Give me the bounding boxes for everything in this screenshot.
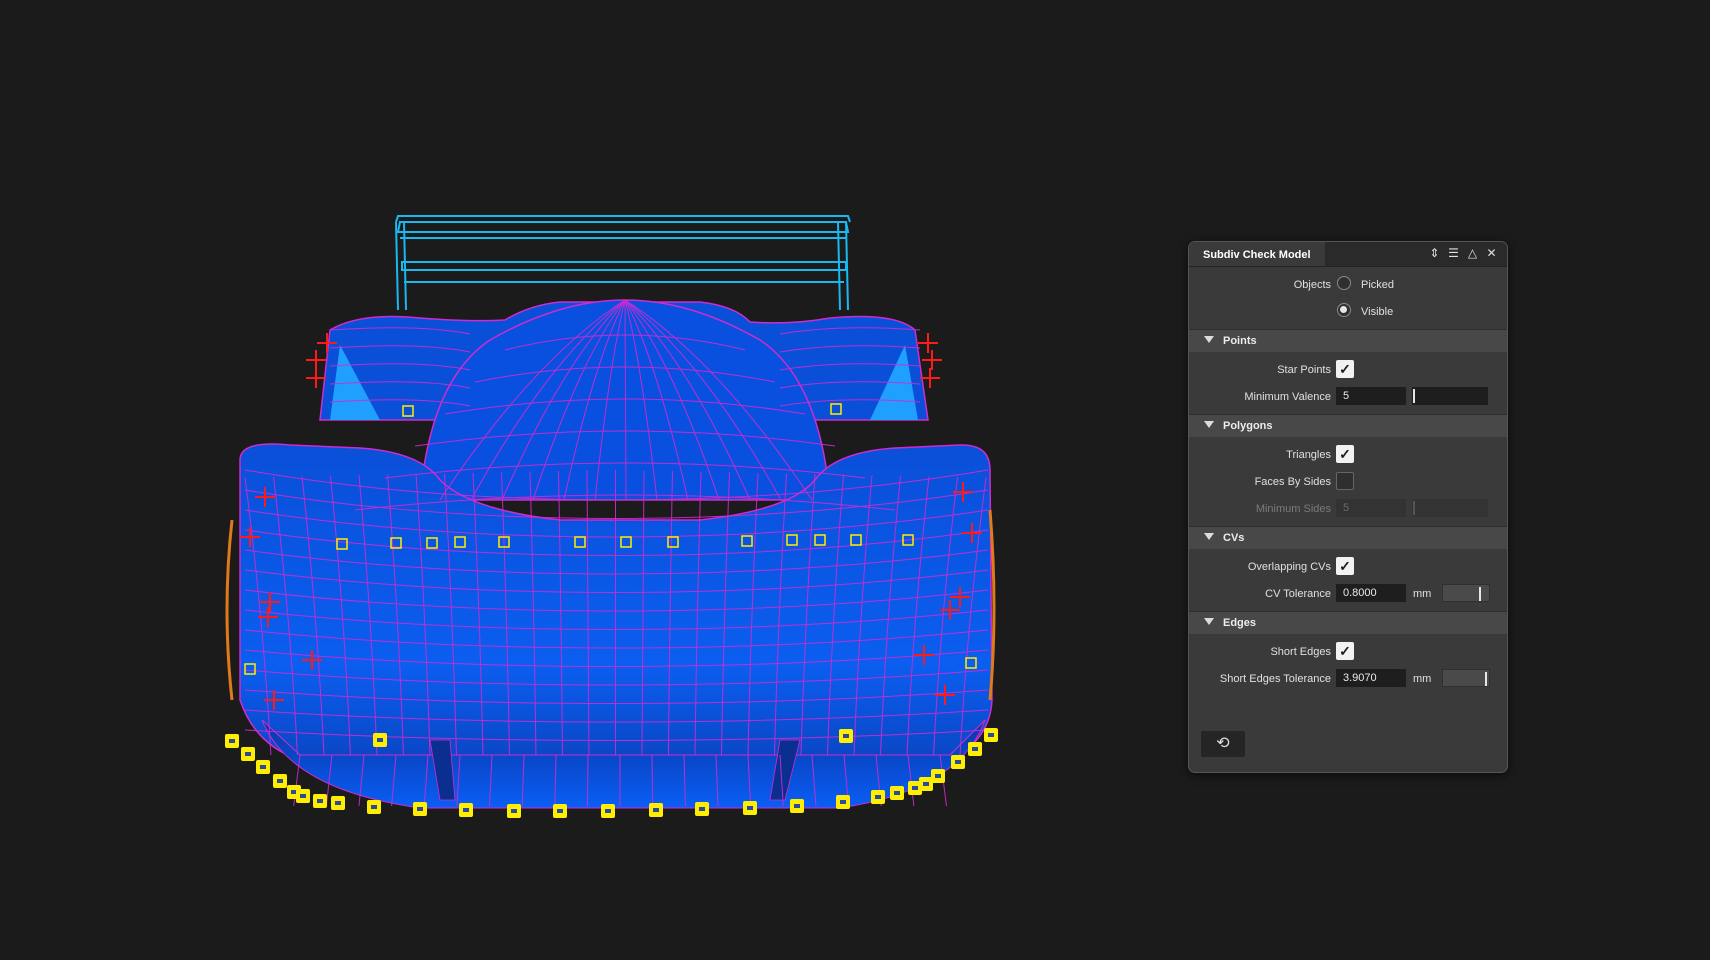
collapse-triangle-icon: [1204, 618, 1214, 625]
slider-thumb[interactable]: [1485, 672, 1487, 686]
polygons-section-header[interactable]: Polygons: [1189, 414, 1507, 437]
points-section-header[interactable]: Points: [1189, 329, 1507, 352]
cv-tolerance-unit: mm: [1413, 588, 1432, 600]
star-points-checkbox[interactable]: ✓: [1336, 360, 1354, 378]
cvs-section-header[interactable]: CVs: [1189, 526, 1507, 549]
short-edges-label: Short Edges: [1270, 646, 1331, 658]
objects-row: Objects Picked: [1189, 271, 1507, 298]
short-edge-marker-dot: [335, 801, 341, 805]
short-edge-marker-dot: [794, 804, 800, 808]
faces-by-sides-checkbox[interactable]: [1336, 472, 1354, 490]
picked-radio[interactable]: [1337, 276, 1351, 290]
short-edges-tolerance-unit: mm: [1413, 673, 1432, 685]
short-edge-marker-dot: [317, 799, 323, 803]
triangles-row: Triangles ✓: [1189, 441, 1507, 468]
objects-label: Objects: [1293, 279, 1331, 291]
short-edge-marker-dot: [653, 808, 659, 812]
min-valence-label: Minimum Valence: [1244, 391, 1331, 403]
short-edge-marker-dot: [377, 738, 383, 742]
cv-tolerance-row: CV Tolerance mm: [1189, 580, 1507, 607]
short-edge-marker-dot: [245, 752, 251, 756]
wire-line: [586, 754, 589, 807]
star-point-cross: [918, 333, 938, 353]
min-sides-input[interactable]: [1336, 499, 1406, 517]
star-points-row: Star Points ✓: [1189, 356, 1507, 383]
short-edge-marker-dot: [605, 809, 611, 813]
short-edges-tolerance-row: Short Edges Tolerance mm: [1189, 665, 1507, 692]
star-point-cross: [922, 350, 942, 370]
short-edge-marker-dot: [371, 805, 377, 809]
short-edge-marker-dot: [260, 765, 266, 769]
short-edge-marker-dot: [463, 808, 469, 812]
short-edge-marker-dot: [935, 774, 941, 778]
visible-label: Visible: [1361, 306, 1394, 318]
short-edge-marker-dot: [988, 733, 994, 737]
short-edge-marker-dot: [955, 760, 961, 764]
collapse-triangle-icon: [1204, 336, 1214, 343]
cv-tolerance-input[interactable]: [1336, 584, 1406, 602]
subdiv-check-model-panel: Subdiv Check Model ⇕ ☰ △ ✕ Objects Picke…: [1188, 241, 1508, 773]
cv-tolerance-label: CV Tolerance: [1265, 588, 1331, 600]
overlapping-cvs-label: Overlapping CVs: [1247, 561, 1331, 573]
panel-title: Subdiv Check Model: [1189, 242, 1325, 266]
short-edge-marker-dot: [972, 747, 978, 751]
star-points-label: Star Points: [1277, 364, 1331, 376]
reset-icon: ⟲: [1216, 735, 1230, 752]
collapse-triangle-icon: [1204, 421, 1214, 428]
min-sides-row: Minimum Sides: [1189, 495, 1507, 522]
short-edge-marker-dot: [875, 795, 881, 799]
rear-wing: [395, 215, 851, 311]
expand-icon[interactable]: ⇕: [1427, 246, 1442, 261]
slider-thumb[interactable]: [1479, 587, 1481, 601]
edges-section-title: Edges: [1223, 617, 1257, 629]
star-point-cross: [306, 368, 326, 388]
triangles-label: Triangles: [1286, 449, 1331, 461]
short-edges-checkbox[interactable]: ✓: [1336, 642, 1354, 660]
slider-thumb[interactable]: [1413, 501, 1415, 515]
collapse-triangle-icon: [1204, 533, 1214, 540]
min-valence-input[interactable]: [1336, 387, 1406, 405]
reset-button[interactable]: ⟲: [1201, 731, 1245, 757]
menu-icon[interactable]: ☰: [1446, 246, 1461, 261]
faces-by-sides-label: Faces By Sides: [1254, 476, 1331, 488]
short-edge-marker-dot: [557, 809, 563, 813]
short-edge-marker-dot: [511, 809, 517, 813]
panel-titlebar: Subdiv Check Model ⇕ ☰ △ ✕: [1189, 242, 1507, 267]
overlapping-cvs-row: Overlapping CVs ✓: [1189, 553, 1507, 580]
short-edges-tolerance-input[interactable]: [1336, 669, 1406, 687]
slider-thumb[interactable]: [1413, 389, 1415, 403]
min-valence-slider[interactable]: [1412, 387, 1488, 405]
close-icon[interactable]: ✕: [1484, 246, 1499, 261]
short-edge-marker-dot: [894, 791, 900, 795]
min-sides-label: Minimum Sides: [1255, 503, 1331, 515]
collapse-icon[interactable]: △: [1465, 246, 1480, 261]
visible-radio[interactable]: [1337, 303, 1351, 317]
picked-label: Picked: [1361, 279, 1395, 291]
short-edge-marker-dot: [843, 734, 849, 738]
short-edge-marker-dot: [747, 806, 753, 810]
short-edge-marker-dot: [417, 807, 423, 811]
visible-row: Visible: [1189, 298, 1507, 325]
short-edge-marker-dot: [840, 800, 846, 804]
short-edge-marker-dot: [912, 786, 918, 790]
edges-section-header[interactable]: Edges: [1189, 611, 1507, 634]
min-sides-slider[interactable]: [1412, 499, 1488, 517]
short-edge-marker-dot: [277, 779, 283, 783]
star-point-cross: [306, 350, 326, 370]
points-section-title: Points: [1223, 335, 1257, 347]
short-edge-marker-dot: [229, 739, 235, 743]
triangles-checkbox[interactable]: ✓: [1336, 445, 1354, 463]
overlapping-cvs-checkbox[interactable]: ✓: [1336, 557, 1354, 575]
short-edge-marker-dot: [300, 794, 306, 798]
cvs-section-title: CVs: [1223, 532, 1245, 544]
short-edges-row: Short Edges ✓: [1189, 638, 1507, 665]
short-edges-tolerance-slider[interactable]: [1442, 669, 1490, 687]
cv-tolerance-slider[interactable]: [1442, 584, 1490, 602]
short-edge-marker-dot: [699, 807, 705, 811]
faces-by-sides-row: Faces By Sides: [1189, 468, 1507, 495]
polygons-section-title: Polygons: [1223, 420, 1273, 432]
short-edges-tolerance-label: Short Edges Tolerance: [1219, 673, 1331, 685]
short-edge-marker-dot: [923, 782, 929, 786]
min-valence-row: Minimum Valence: [1189, 383, 1507, 410]
